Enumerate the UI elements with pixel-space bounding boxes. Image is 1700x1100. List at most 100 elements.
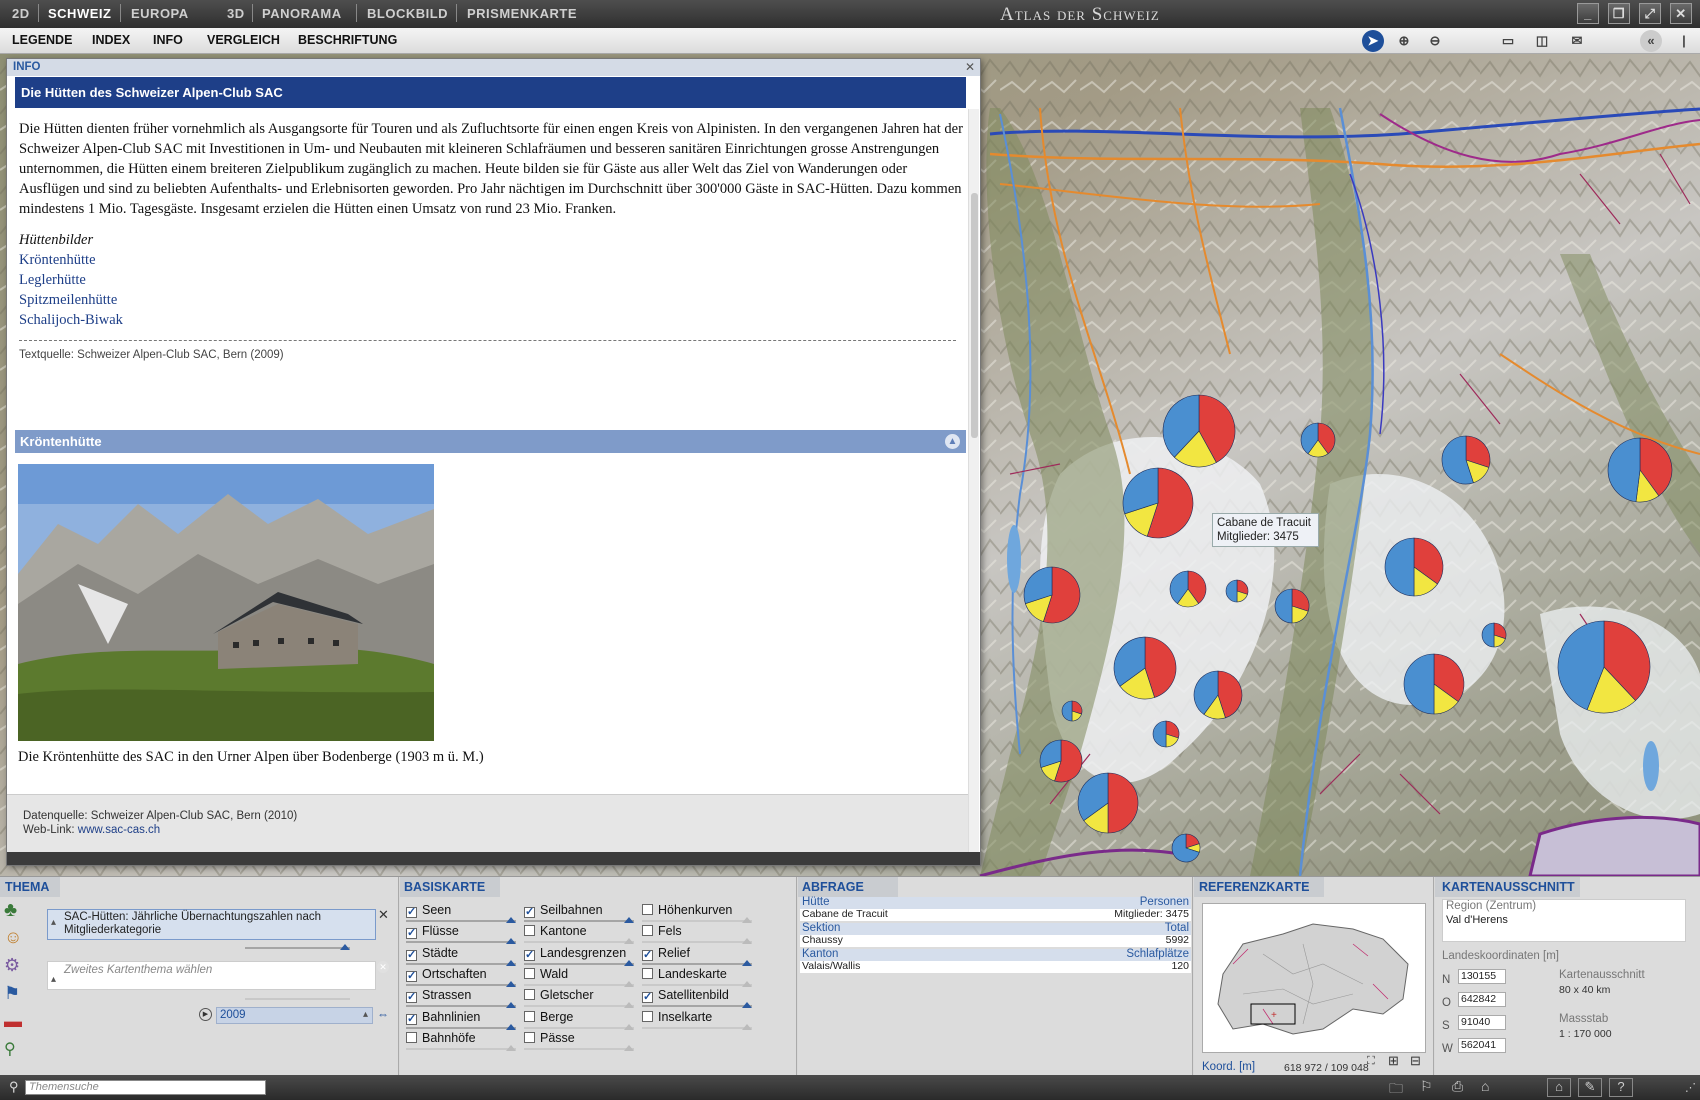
hut-pie-13[interactable] xyxy=(1403,653,1465,715)
mode-3d[interactable]: 3D xyxy=(227,6,245,21)
checkbox[interactable]: ✓ xyxy=(406,1013,417,1025)
fullscreen-icon[interactable]: ⤢ xyxy=(1639,3,1661,24)
layer-bahnhöfe[interactable]: Bahnhöfe xyxy=(406,1031,524,1052)
opacity-slider[interactable] xyxy=(406,959,516,966)
hut-pie-0[interactable] xyxy=(1162,394,1236,468)
minimize-icon[interactable]: _ xyxy=(1577,3,1599,24)
opacity-slider[interactable] xyxy=(406,938,516,945)
home-icon[interactable]: ⌂ xyxy=(1547,1078,1571,1097)
checkbox[interactable]: ✓ xyxy=(524,949,535,961)
checkbox[interactable]: ✓ xyxy=(642,949,653,961)
pointer-tool-icon[interactable]: ➤ xyxy=(1362,30,1384,52)
checkbox[interactable]: ✓ xyxy=(406,928,417,940)
coord-w-value[interactable]: 562041 xyxy=(1458,1038,1506,1053)
hut-pie-18[interactable] xyxy=(1077,772,1139,834)
thema-remove-icon[interactable]: ✕ xyxy=(378,907,389,923)
hut-pie-7[interactable] xyxy=(1384,537,1444,597)
checkbox[interactable] xyxy=(524,925,535,937)
zoom-out-icon[interactable]: ⊖ xyxy=(1424,30,1446,52)
menu-index[interactable]: INDEX xyxy=(92,33,130,47)
year-slider[interactable] xyxy=(245,998,350,1000)
export-icon[interactable]: ⌂ xyxy=(1481,1078,1489,1094)
collapse-up-icon[interactable]: ▲ xyxy=(945,434,960,449)
close-icon[interactable]: ✕ xyxy=(1670,3,1692,24)
layer-inselkarte[interactable]: Inselkarte xyxy=(642,1010,760,1031)
layer-höhenkurven[interactable]: Höhenkurven xyxy=(642,903,760,924)
scrollbar-thumb[interactable] xyxy=(971,193,978,438)
weblink[interactable]: www.sac-cas.ch xyxy=(78,824,160,836)
train-icon[interactable]: ▬ xyxy=(4,1011,32,1039)
hut-pie-16[interactable] xyxy=(1152,720,1180,748)
layer-fels[interactable]: Fels xyxy=(642,924,760,945)
info-close-icon[interactable]: ✕ xyxy=(965,60,975,74)
layer-landesgrenzen[interactable]: ✓ Landesgrenzen xyxy=(524,946,642,967)
opacity-slider[interactable] xyxy=(524,1023,634,1030)
refmap-zoom-in-icon[interactable]: ⊞ xyxy=(1388,1053,1399,1069)
checkbox[interactable] xyxy=(642,925,653,937)
hut-pie-11[interactable] xyxy=(1113,636,1177,700)
checkbox[interactable] xyxy=(524,1031,535,1043)
second-thema-clear-icon[interactable]: ✕ xyxy=(377,961,389,973)
link-kroentenhuette[interactable]: Kröntenhütte xyxy=(19,250,965,270)
opacity-slider[interactable] xyxy=(406,917,516,923)
hut-pie-5[interactable] xyxy=(1023,566,1081,624)
opacity-slider[interactable] xyxy=(642,1023,752,1030)
coord-s-value[interactable]: 91040 xyxy=(1458,1015,1506,1030)
layer-wald[interactable]: Wald xyxy=(524,967,642,988)
tools-icon[interactable]: ✎ xyxy=(1578,1078,1602,1097)
checkbox[interactable]: ✓ xyxy=(642,992,653,1004)
tab-prismenkarte[interactable]: PRISMENKARTE xyxy=(467,6,577,21)
link-schalijoch-biwak[interactable]: Schalijoch-Biwak xyxy=(19,310,965,330)
refmap-zoom-out-icon[interactable]: ⊟ xyxy=(1410,1053,1421,1069)
zoom-in-icon[interactable]: ⊕ xyxy=(1393,30,1415,52)
reference-map[interactable]: + xyxy=(1202,903,1426,1053)
layer-berge[interactable]: Berge xyxy=(524,1010,642,1031)
link-spitzmeilenhuette[interactable]: Spitzmeilenhütte xyxy=(19,290,965,310)
split-view-icon[interactable]: ◫ xyxy=(1531,30,1553,52)
edge-toggle-icon[interactable]: | xyxy=(1673,30,1695,52)
layer-relief[interactable]: ✓ Relief xyxy=(642,946,760,967)
hut-pie-12[interactable] xyxy=(1193,670,1243,720)
checkbox[interactable]: ✓ xyxy=(524,907,535,918)
layer-flüsse[interactable]: ✓ Flüsse xyxy=(406,924,524,945)
menu-beschriftung[interactable]: BESCHRIFTUNG xyxy=(298,33,397,47)
layer-ortschaften[interactable]: ✓ Ortschaften xyxy=(406,967,524,988)
layer-satellitenbild[interactable]: ✓ Satellitenbild xyxy=(642,988,760,1009)
layer-seen[interactable]: ✓ Seen xyxy=(406,903,524,924)
layer-bahnlinien[interactable]: ✓ Bahnlinien xyxy=(406,1010,524,1031)
opacity-slider[interactable] xyxy=(642,917,752,923)
coord-o-value[interactable]: 642842 xyxy=(1458,992,1506,1007)
opacity-slider[interactable] xyxy=(524,959,634,966)
opacity-slider[interactable] xyxy=(524,938,634,945)
layer-kantone[interactable]: Kantone xyxy=(524,924,642,945)
checkbox[interactable] xyxy=(524,967,535,979)
opacity-slider[interactable] xyxy=(642,938,752,945)
folder-icon[interactable]: 🗀 xyxy=(1389,1078,1403,1100)
hut-pie-19[interactable] xyxy=(1171,833,1201,863)
tab-blockbild[interactable]: BLOCKBILD xyxy=(367,6,448,21)
checkbox[interactable] xyxy=(642,1010,653,1022)
year-compare-icon[interactable]: ⇔ xyxy=(377,1007,389,1021)
layer-seilbahnen[interactable]: ✓ Seilbahnen xyxy=(524,903,642,924)
opacity-slider[interactable] xyxy=(406,1002,516,1009)
checkbox[interactable] xyxy=(406,1031,417,1043)
opacity-slider[interactable] xyxy=(406,1023,516,1030)
checkbox[interactable]: ✓ xyxy=(406,992,417,1004)
opacity-slider[interactable] xyxy=(642,980,752,987)
layer-pässe[interactable]: Pässe xyxy=(524,1031,642,1052)
collapse-left-icon[interactable]: « xyxy=(1640,30,1662,52)
checkbox[interactable] xyxy=(642,904,653,915)
opacity-slider[interactable] xyxy=(406,1044,516,1051)
hut-pie-17[interactable] xyxy=(1039,739,1083,783)
opacity-slider[interactable] xyxy=(406,980,516,987)
tab-europa[interactable]: EUROPA xyxy=(131,6,189,21)
thema-selected[interactable]: ▴ SAC-Hütten: Jährliche Übernachtungszah… xyxy=(47,909,376,940)
opacity-slider[interactable] xyxy=(524,917,634,923)
envelope-icon[interactable]: ✉ xyxy=(1566,30,1588,52)
tree-icon[interactable]: ♣ xyxy=(4,899,32,927)
menu-info[interactable]: INFO xyxy=(153,33,183,47)
gear-icon[interactable]: ⚙ xyxy=(4,955,32,983)
coord-n-value[interactable]: 130155 xyxy=(1458,969,1506,984)
tab-panorama[interactable]: PANORAMA xyxy=(262,6,342,21)
hut-pie-4[interactable] xyxy=(1607,437,1673,503)
